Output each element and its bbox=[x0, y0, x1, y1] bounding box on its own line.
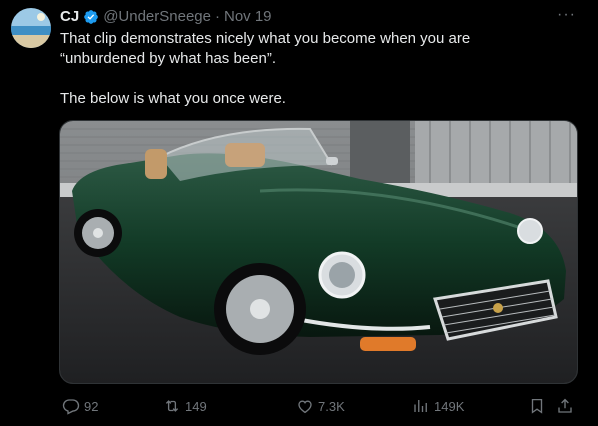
views-button[interactable]: 149K bbox=[412, 397, 464, 415]
tweet-line-1: That clip demonstrates nicely what you b… bbox=[60, 30, 471, 47]
repost-count: 149 bbox=[185, 398, 207, 414]
share-icon bbox=[558, 398, 572, 413]
like-button[interactable]: 7.3K bbox=[296, 397, 345, 415]
bookmark-icon bbox=[531, 398, 543, 414]
avatar[interactable] bbox=[11, 8, 51, 48]
heart-icon bbox=[298, 400, 312, 414]
tweet-text: That clip demonstrates nicely what you b… bbox=[60, 29, 580, 109]
repost-icon bbox=[165, 400, 179, 412]
verified-badge-icon bbox=[84, 10, 99, 24]
views-chart-icon bbox=[414, 400, 427, 412]
more-options-icon[interactable]: ··· bbox=[557, 6, 576, 24]
share-button[interactable] bbox=[556, 397, 574, 415]
tweet-line-2: “unburdened by what has been”. bbox=[60, 50, 276, 67]
reply-count: 92 bbox=[84, 398, 99, 414]
tweet-line-3: The below is what you once were. bbox=[60, 90, 286, 107]
green-convertible-car-image-icon bbox=[60, 121, 577, 383]
post-date[interactable]: Nov 19 bbox=[224, 8, 272, 26]
bookmark-button[interactable] bbox=[528, 397, 546, 415]
tweet-media-image[interactable] bbox=[59, 120, 578, 384]
tweet-header: CJ @UnderSneege · Nov 19 bbox=[60, 8, 272, 26]
beach-avatar-icon bbox=[11, 8, 51, 48]
reply-icon bbox=[62, 399, 80, 415]
author-handle[interactable]: @UnderSneege bbox=[103, 8, 211, 26]
views-count: 149K bbox=[434, 398, 465, 414]
reply-button[interactable]: 92 bbox=[62, 397, 98, 415]
repost-button[interactable]: 149 bbox=[163, 397, 207, 415]
tweet-actions: 92 149 7.3K 149K bbox=[60, 395, 578, 417]
like-count: 7.3K bbox=[318, 398, 345, 414]
separator-dot: · bbox=[215, 8, 220, 25]
author-name[interactable]: CJ bbox=[60, 8, 79, 26]
